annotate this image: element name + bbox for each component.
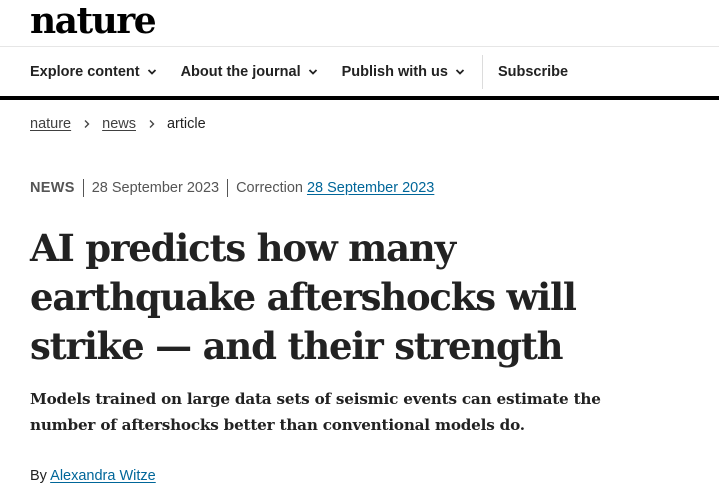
- nature-logo[interactable]: nature: [30, 0, 157, 42]
- correction-date-link[interactable]: 28 September 2023: [307, 180, 434, 196]
- nav-divider: [481, 54, 483, 89]
- correction-label: Correction: [236, 180, 303, 196]
- published-date: 28 September 2023: [91, 180, 220, 196]
- chevron-down-icon: [308, 68, 317, 75]
- chevron-down-icon: [455, 68, 465, 75]
- nav-item-label: Subscribe: [497, 63, 569, 80]
- chevron-down-icon: [147, 68, 156, 75]
- site-header: nature Explore content About the journal…: [0, 0, 719, 100]
- meta-divider: [82, 179, 84, 197]
- breadcrumb: nature news article: [30, 116, 206, 132]
- nav-item-label: Explore content: [30, 63, 140, 80]
- nav-explore-content[interactable]: Explore content: [30, 64, 157, 80]
- breadcrumb-current: article: [166, 116, 206, 132]
- nav-publish-with-us[interactable]: Publish with us: [342, 64, 465, 80]
- byline: By Alexandra Witze: [30, 468, 156, 484]
- article-meta: NEWS 28 September 2023 Correction 28 Sep…: [30, 179, 434, 197]
- nav-subscribe[interactable]: Subscribe: [498, 64, 568, 80]
- byline-prefix: By: [30, 468, 47, 484]
- meta-divider: [227, 179, 229, 197]
- nav-item-label: Publish with us: [341, 63, 448, 80]
- chevron-right-icon: [84, 120, 90, 128]
- breadcrumb-news[interactable]: news: [102, 116, 136, 132]
- article-type-badge: NEWS: [30, 180, 75, 196]
- brand-bar: nature: [0, 0, 719, 47]
- breadcrumb-nature[interactable]: nature: [30, 116, 71, 132]
- nav-item-label: About the journal: [180, 63, 301, 80]
- chevron-right-icon: [149, 120, 155, 128]
- article-title: AI predicts how many earthquake aftersho…: [30, 226, 577, 368]
- author-link[interactable]: Alexandra Witze: [50, 468, 156, 484]
- main-nav: Explore content About the journal Publis…: [0, 47, 719, 100]
- nav-about-the-journal[interactable]: About the journal: [181, 64, 318, 80]
- article-standfirst: Models trained on large data sets of sei…: [30, 390, 601, 434]
